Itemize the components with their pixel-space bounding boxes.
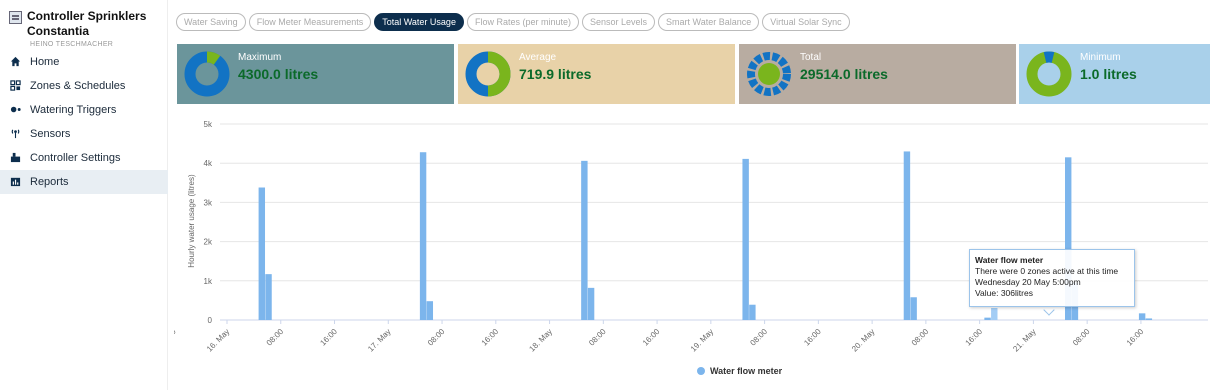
sidebar-item-home[interactable]: Home	[0, 50, 168, 74]
x-tick-label: 08:00	[265, 327, 286, 348]
x-tick-label: 18. May	[527, 327, 553, 353]
stat-card-average: Average 719.9 litres	[458, 44, 735, 104]
x-tick-label: 16:00	[480, 327, 501, 348]
chart-bar[interactable]	[265, 274, 272, 320]
x-tick-label: 08:00	[426, 327, 447, 348]
stat-label: Minimum	[1080, 52, 1121, 63]
chart-bar[interactable]	[581, 160, 588, 320]
chart-bar[interactable]	[419, 152, 427, 320]
x-tick-label: 08:00	[1071, 327, 1092, 348]
sidebar-item-label: Controller Settings	[30, 152, 121, 164]
tooltip-title: Water flow meter	[975, 255, 1044, 265]
stat-label: Total	[800, 52, 822, 63]
app-root: Controller Sprinklers Constantia HEINO T…	[0, 0, 1210, 390]
x-tick-label: 16:00	[964, 327, 985, 348]
sidebar: Controller Sprinklers Constantia HEINO T…	[0, 0, 168, 390]
sidebar-item-triggers[interactable]: Watering Triggers	[0, 98, 168, 122]
y-tick-label: 1k	[204, 277, 213, 286]
donut-icon	[465, 51, 511, 97]
x-tick-label: 16:00	[802, 327, 823, 348]
chart-bar[interactable]	[749, 304, 756, 320]
owner-name: HEINO TESCHMACHER	[30, 41, 114, 48]
stat-value: 4300.0 litres	[238, 66, 319, 82]
y-tick-label: 2k	[204, 238, 213, 247]
x-tick-label: 16:00	[641, 327, 662, 348]
antenna-icon	[10, 128, 21, 139]
y-axis-label: Hourly water usage (litres)	[187, 174, 196, 268]
x-tick-label: 16:00	[1125, 327, 1146, 348]
tooltip-date-line: Wednesday 20 May 5:00pm	[975, 277, 1081, 287]
chart-icon	[10, 176, 21, 187]
x-tick-label: 08:00	[748, 327, 769, 348]
stat-card-maximum: Maximum 4300.0 litres	[177, 44, 454, 104]
stat-value: 29514.0 litres	[800, 66, 888, 82]
report-tabs: Water Saving Flow Meter Measurements Tot…	[176, 13, 850, 31]
x-axis-ticks: 16:00 16. May 08:00 16:00 17. May 08:00 16:00 1…	[174, 320, 1146, 354]
chart-bar[interactable]	[910, 297, 917, 320]
chart-bar[interactable]	[1138, 313, 1146, 320]
x-tick-label: 21. May	[1011, 327, 1037, 353]
x-tick-label: 16. May	[205, 327, 231, 353]
tab-total-water-usage[interactable]: Total Water Usage	[374, 13, 464, 31]
sidebar-item-label: Watering Triggers	[30, 104, 117, 116]
chart-bar[interactable]	[984, 317, 991, 320]
home-icon	[10, 56, 21, 67]
stat-card-total: Total 29514.0 litres	[739, 44, 1016, 104]
tab-smart-water-balance[interactable]: Smart Water Balance	[658, 13, 760, 31]
y-axis-ticks: 0 1k 2k 3k 4k 5k	[204, 120, 213, 325]
chart-tooltip: Water flow meter There were 0 zones acti…	[969, 249, 1135, 307]
x-tick-label: 16:00	[318, 327, 339, 348]
legend-marker	[697, 367, 705, 375]
legend-label: Water flow meter	[710, 366, 783, 376]
sidebar-item-controller-settings[interactable]: Controller Settings	[0, 146, 168, 170]
chart-bar[interactable]	[426, 301, 434, 320]
tab-water-saving[interactable]: Water Saving	[176, 13, 246, 31]
trigger-icon	[10, 104, 21, 115]
sidebar-nav: Home Zones & Schedules Watering Triggers…	[0, 50, 168, 194]
chart-legend[interactable]: Water flow meter	[697, 366, 782, 376]
stat-label: Average	[519, 52, 557, 63]
grid-icon	[10, 80, 21, 91]
x-tick-label: 08:00	[910, 327, 931, 348]
sidebar-item-reports[interactable]: Reports	[0, 170, 168, 194]
tab-sensor-levels[interactable]: Sensor Levels	[581, 13, 656, 31]
chart-bar[interactable]	[258, 187, 266, 320]
stat-value: 719.9 litres	[519, 66, 592, 82]
tab-virtual-solar-sync[interactable]: Virtual Solar Sync	[762, 13, 850, 31]
chart-bar[interactable]	[742, 158, 749, 320]
sidebar-item-zones[interactable]: Zones & Schedules	[0, 74, 168, 98]
chart-bar[interactable]	[903, 151, 911, 320]
x-tick-label: 20. May	[850, 327, 876, 353]
x-tick-label: 16:00	[174, 327, 178, 348]
chart-bar[interactable]	[587, 287, 595, 320]
y-tick-label: 3k	[204, 198, 213, 207]
tooltip-value-line: Value: 306litres	[975, 288, 1033, 298]
donut-icon	[184, 51, 230, 97]
y-tick-label: 4k	[204, 159, 213, 168]
segmented-donut-icon	[747, 52, 791, 96]
chart-bar[interactable]	[1145, 318, 1153, 320]
tooltip-zones-line: There were 0 zones active at this time	[975, 266, 1119, 276]
stat-label: Maximum	[238, 52, 282, 63]
x-tick-label: 08:00	[587, 327, 608, 348]
sidebar-item-label: Zones & Schedules	[30, 80, 126, 92]
tab-flow-meter-measurements[interactable]: Flow Meter Measurements	[248, 13, 372, 31]
sidebar-item-label: Home	[30, 56, 60, 68]
sidebar-item-label: Sensors	[30, 128, 71, 140]
sidebar-item-label: Reports	[30, 176, 69, 188]
y-tick-label: 0	[208, 316, 213, 325]
stat-card-minimum: Minimum 1.0 litres	[1019, 44, 1210, 104]
controller-icon	[10, 152, 21, 163]
stat-value: 1.0 litres	[1080, 66, 1137, 82]
sidebar-item-sensors[interactable]: Sensors	[0, 122, 168, 146]
x-tick-label: 19. May	[689, 327, 715, 353]
y-tick-label: 5k	[204, 120, 213, 129]
chart-bar[interactable]	[991, 308, 998, 320]
controller-logo-icon	[9, 11, 22, 24]
x-tick-label: 17. May	[366, 327, 392, 353]
app-title: Controller Sprinklers Constantia	[27, 9, 147, 38]
donut-icon	[1026, 51, 1072, 97]
tab-flow-rates[interactable]: Flow Rates (per minute)	[466, 13, 579, 31]
